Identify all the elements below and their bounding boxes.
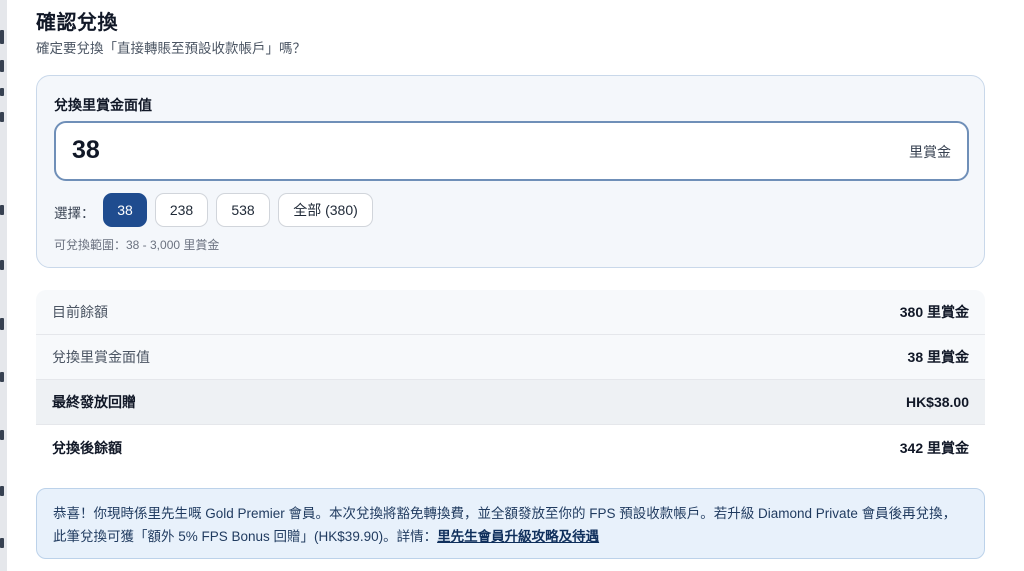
- summary-table: 目前餘額 380 里賞金 兌換里賞金面值 38 里賞金 最終發放回贈 HK$38…: [36, 290, 985, 470]
- dialog-subtitle: 確定要兌換「直接轉賬至預設收款帳戶」嗎？: [36, 41, 306, 56]
- amount-options: 38 238 538 全部 (380): [103, 193, 373, 227]
- option-all-button[interactable]: 全部 (380): [278, 193, 373, 227]
- option-238-button[interactable]: 238: [155, 193, 208, 227]
- summary-row-final-rebate: 最終發放回贈 HK$38.00: [36, 380, 985, 425]
- summary-value: 342 里賞金: [899, 439, 969, 456]
- summary-label: 最終發放回贈: [52, 394, 136, 410]
- choose-label: 選擇：: [54, 206, 95, 221]
- amount-unit: 里賞金: [909, 144, 951, 160]
- option-38-button[interactable]: 38: [103, 193, 147, 227]
- redeem-amount-card: 兌換里賞金面值 38 里賞金 選擇： 38 238 538 全部 (380) 可…: [36, 75, 985, 268]
- amount-input[interactable]: 38 里賞金: [54, 121, 969, 181]
- summary-row-remaining-balance: 兌換後餘額 342 里賞金: [36, 425, 985, 470]
- amount-label: 兌換里賞金面值: [54, 97, 152, 113]
- summary-label: 目前餘額: [52, 304, 108, 320]
- summary-row-current-balance: 目前餘額 380 里賞金: [36, 290, 985, 335]
- range-note: 可兌換範圍：38 - 3,000 里賞金: [54, 238, 220, 252]
- summary-row-redeem-amount: 兌換里賞金面值 38 里賞金: [36, 335, 985, 380]
- summary-label: 兌換里賞金面值: [52, 349, 150, 365]
- dialog-title: 確認兌換: [36, 12, 118, 34]
- summary-value: 38 里賞金: [907, 349, 969, 365]
- membership-notice: 恭喜！你現時係里先生嘅 Gold Premier 會員。本次兌換將豁免轉換費，並…: [36, 488, 985, 559]
- option-538-button[interactable]: 538: [216, 193, 270, 227]
- amount-value: 38: [72, 136, 100, 164]
- summary-value: HK$38.00: [905, 394, 969, 410]
- confirm-redeem-dialog: 確認兌換 確定要兌換「直接轉賬至預設收款帳戶」嗎？ 兌換里賞金面值 38 里賞金…: [0, 0, 1024, 571]
- summary-label: 兌換後餘額: [52, 439, 122, 456]
- membership-guide-link[interactable]: 里先生會員升級攻略及待遇: [437, 529, 599, 544]
- summary-value: 380 里賞金: [899, 304, 969, 320]
